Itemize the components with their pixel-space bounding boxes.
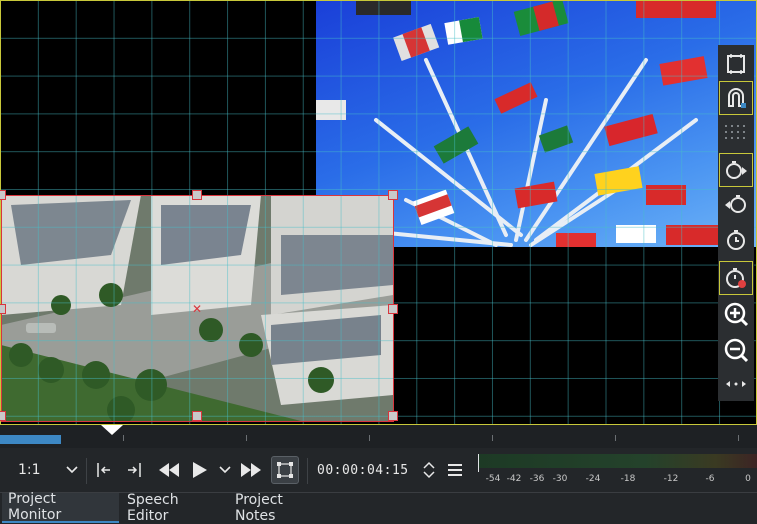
ruler-tick [615, 435, 616, 441]
resize-handle-top-left[interactable] [0, 190, 6, 200]
fast-forward-icon [241, 463, 261, 477]
center-marker: ✕ [192, 302, 203, 316]
rewind-icon [159, 463, 179, 477]
zoom-out-button[interactable] [719, 333, 753, 367]
keyframe-next-button[interactable] [719, 153, 753, 187]
monitor-overlay-toolbar [718, 45, 754, 401]
more-button[interactable] [719, 367, 753, 401]
set-zone-out-button[interactable] [124, 448, 144, 492]
audio-meter-label: -30 [552, 474, 568, 484]
fullscreen-button[interactable] [719, 47, 753, 81]
play-options-dropdown[interactable] [216, 448, 234, 492]
more-icon [726, 381, 746, 387]
chevron-down-icon [66, 466, 78, 474]
keyframe-add-button[interactable] [719, 223, 753, 257]
play-icon [193, 462, 207, 478]
resize-handle-bottom-left[interactable] [0, 411, 6, 421]
zone-out-icon [128, 463, 141, 477]
tab-project-monitor[interactable]: Project Monitor [2, 491, 119, 523]
zoom-in-button[interactable] [719, 297, 753, 331]
ruler-tick [246, 435, 247, 441]
audio-meter-label: -18 [620, 474, 636, 484]
audio-meter-label: -54 [485, 474, 501, 484]
tab-speech-editor[interactable]: Speech Editor [121, 492, 226, 524]
zoom-level-select[interactable]: 1:1 [18, 448, 78, 492]
zoom-out-icon [724, 338, 749, 363]
resize-handle-top-right[interactable] [388, 190, 398, 200]
audio-meter-label: -12 [663, 474, 679, 484]
resize-handle-left[interactable] [0, 304, 6, 314]
keyframe-prev-button[interactable] [719, 187, 753, 221]
resize-handle-bottom[interactable] [192, 411, 202, 421]
resize-handle-right[interactable] [388, 304, 398, 314]
play-button[interactable] [188, 448, 212, 492]
ruler-tick [123, 435, 124, 441]
ruler-tick [369, 435, 370, 441]
forward-button[interactable] [238, 448, 264, 492]
audio-level-meter: -54 -42 -36 -30 -24 -18 -12 -6 0 [478, 454, 757, 486]
tab-label: Speech Editor [127, 492, 179, 524]
stopwatch-add-icon [727, 230, 745, 250]
magnet-icon [728, 88, 746, 108]
audio-meter-label: -36 [529, 474, 545, 484]
chevron-down-icon [219, 466, 231, 474]
audio-meter-label: -24 [585, 474, 601, 484]
grid-toggle-button[interactable] [719, 117, 753, 151]
tab-project-notes[interactable]: Project Notes [229, 492, 329, 524]
tab-label: Project Notes [235, 492, 283, 524]
spinner-updown-icon [423, 461, 435, 479]
bottom-tab-bar: Project Monitor Speech Editor Project No… [0, 491, 757, 524]
edit-mode-button[interactable] [270, 448, 300, 492]
monitor-controls: 1:1 00:00:04:15 -54 -42 -36 -30 -24 -18 -12 -6 0 [0, 448, 757, 492]
tab-label: Project Monitor [8, 491, 62, 523]
monitor-ruler[interactable] [0, 425, 757, 448]
stopwatch-left-icon [725, 195, 746, 213]
stopwatch-record-icon [726, 268, 746, 288]
meter-scale-start [478, 454, 479, 472]
clip-selection-box[interactable]: ✕ [1, 195, 394, 422]
audio-meter-label: 0 [745, 474, 751, 484]
magnet-button[interactable] [719, 81, 753, 115]
resize-handle-top[interactable] [192, 190, 202, 200]
ruler-tick [738, 435, 739, 441]
hamburger-menu-icon [448, 464, 462, 476]
keyframe-record-button[interactable] [719, 261, 753, 295]
fullscreen-icon [727, 54, 745, 74]
separator [307, 458, 308, 484]
set-zone-in-button[interactable] [94, 448, 114, 492]
timecode-spinner[interactable] [421, 448, 437, 492]
audio-meter-label: -6 [705, 474, 715, 484]
zone-in-icon [97, 463, 110, 477]
playhead-marker[interactable] [101, 425, 123, 435]
ruler-progress-bar [0, 435, 61, 444]
audio-meter-bar [478, 454, 757, 468]
rewind-play-icon [726, 161, 747, 179]
ruler-tick [492, 435, 493, 441]
transform-icon [277, 462, 293, 478]
separator [86, 458, 87, 484]
zoom-in-icon [724, 302, 749, 327]
zoom-level-value: 1:1 [18, 462, 41, 478]
grid-dots-icon [725, 125, 745, 139]
rewind-button[interactable] [156, 448, 182, 492]
project-monitor-viewport[interactable]: ✕ [0, 0, 757, 425]
resize-handle-bottom-right[interactable] [388, 411, 398, 421]
audio-meter-label: -42 [506, 474, 522, 484]
monitor-menu-button[interactable] [444, 448, 466, 492]
timecode-field[interactable]: 00:00:04:15 [317, 448, 409, 492]
